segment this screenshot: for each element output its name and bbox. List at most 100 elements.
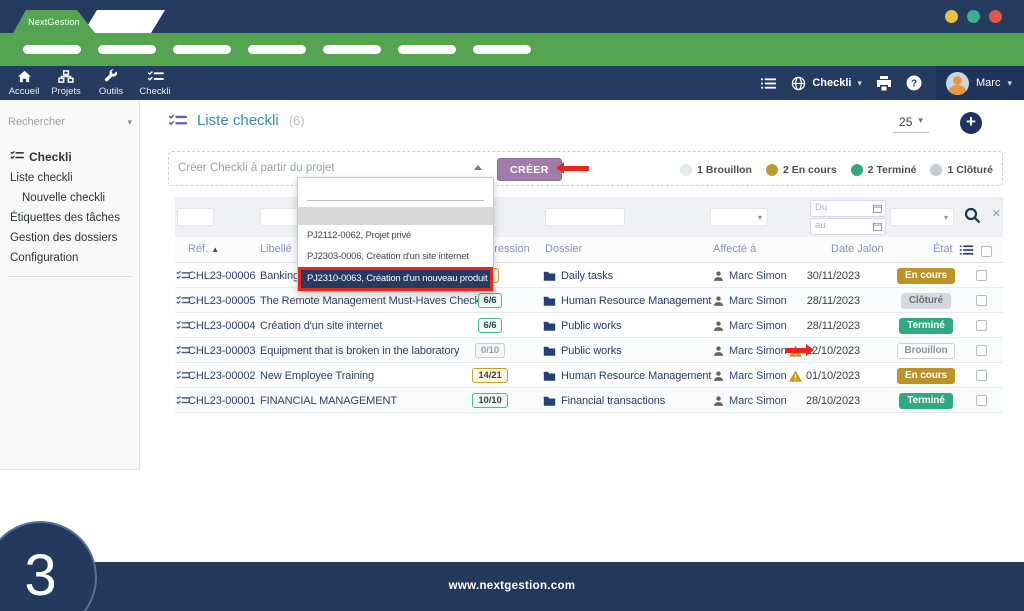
row-libelle[interactable]: Banking [260,263,299,288]
col-header-dossier[interactable]: Dossier [545,243,582,255]
menu-pill[interactable] [473,45,531,54]
row-ref[interactable]: CHL23-00001 [188,388,255,413]
quicklist-button[interactable] [760,77,777,90]
sidebar-item-liste-checkli[interactable]: Liste checkli [0,168,140,188]
user-menu[interactable]: Marc ▾ [936,66,1024,100]
col-header-affecte[interactable]: Affecté à [713,243,756,255]
filter-affecte-select[interactable]: ▾ [710,208,768,226]
date-label: 30/11/2023 [807,270,860,282]
sidebar-item-label: Checkli [29,150,72,164]
filter-ref-input[interactable] [177,208,214,226]
nav-item-checkli[interactable]: Checkli [133,69,177,97]
create-button[interactable]: CRÉER [497,158,562,181]
nav-item-accueil[interactable]: Accueil [2,69,46,97]
filter-date-from-input[interactable] [815,202,861,213]
menu-pill[interactable] [323,45,381,54]
row-affecte[interactable]: Marc Simon [713,338,787,363]
row-libelle[interactable]: New Employee Training [260,363,374,388]
row-ref[interactable]: CHL23-00006 [188,263,255,288]
row-libelle[interactable]: FINANCIAL MANAGEMENT [260,388,397,413]
row-dossier[interactable]: Public works [543,313,622,338]
row-progression: 6/6 [465,313,515,338]
menu-pill[interactable] [23,45,81,54]
legend-item: 1 Brouillon [680,164,752,176]
menu-pill[interactable] [398,45,456,54]
dropdown-option-empty[interactable] [298,207,493,225]
sidebar-search-select[interactable]: Rechercher ▾ [8,112,132,132]
module-label: Checkli [812,77,851,89]
row-checkbox[interactable] [976,288,987,313]
row-dossier[interactable]: Financial transactions [543,388,665,413]
col-header-date[interactable]: Date Jalon [831,243,884,255]
sidebar-item-configuration[interactable]: Configuration [0,248,140,268]
row-progression: 10/10 [465,388,515,413]
row-dossier[interactable]: Human Resource Management [543,288,711,313]
row-ref[interactable]: CHL23-00005 [188,288,255,313]
help-button[interactable]: ? [906,75,922,91]
row-affecte[interactable]: Marc Simon [713,363,787,388]
table-row[interactable]: CHL23-00003 Equipment that is broken in … [175,338,1003,363]
calendar-icon[interactable] [873,222,882,231]
menu-pill[interactable] [173,45,231,54]
status-badge: Terminé [899,393,952,409]
sidebar: Rechercher ▾ Checkli Liste checkli Nouve… [0,100,140,470]
nav-item-outils[interactable]: Outils [89,69,133,97]
sidebar-item-checkli[interactable]: Checkli [0,146,140,168]
dropdown-option-selected[interactable]: PJ2310-0063, Création d'un nouveau produ… [298,267,493,291]
col-header-libelle[interactable]: Libellé [260,243,292,255]
col-header-ref[interactable]: Réf.▲ [188,243,219,255]
close-dot[interactable] [989,10,1002,23]
nav-item-projets[interactable]: Projets [44,69,88,97]
table-row[interactable]: CHL23-00002 New Employee Training 14/21 … [175,363,1003,388]
filter-date-to-input[interactable] [815,220,861,231]
columns-icon[interactable] [959,243,974,261]
row-checkbox[interactable] [976,263,987,288]
secondary-tab[interactable] [83,10,165,33]
col-header-etat[interactable]: État [933,243,953,255]
sidebar-item--tiquettes-des-t-ches[interactable]: Étiquettes des tâches [0,208,140,228]
row-checkbox[interactable] [976,338,987,363]
dropdown-option[interactable]: PJ2303-0006, Création d'un site internet [298,246,493,267]
clear-filters-icon[interactable]: × [992,205,1001,222]
table-row[interactable]: CHL23-00004 Création d'un site internet … [175,313,1003,338]
filter-dossier-input[interactable] [545,208,625,226]
dropdown-option[interactable]: PJ2112-0062, Projet privé [298,225,493,246]
row-ref[interactable]: CHL23-00004 [188,313,255,338]
sidebar-item-gestion-des-dossiers[interactable]: Gestion des dossiers [0,228,140,248]
row-libelle[interactable]: Equipment that is broken in the laborato… [260,338,459,363]
calendar-icon[interactable] [873,204,882,213]
search-icon[interactable] [964,207,981,229]
row-checkbox[interactable] [976,363,987,388]
app-window: NextGestion Accueil Projets Outils [0,0,1024,611]
row-checkbox[interactable] [976,388,987,413]
menu-pill[interactable] [248,45,306,54]
row-checkbox[interactable] [976,313,987,338]
dropdown-search-input[interactable] [307,186,484,201]
minimize-dot[interactable] [945,10,958,23]
table-row[interactable]: CHL23-00001 FINANCIAL MANAGEMENT 10/10 F… [175,388,1003,413]
create-project-select[interactable]: Créer Checkli à partir du projet [178,162,335,174]
row-dossier[interactable]: Human Resource Management [543,363,711,388]
brand-tab[interactable]: NextGestion [13,10,95,33]
add-checklist-button[interactable]: + [960,112,982,134]
sidebar-item-nouvelle-checkli[interactable]: Nouvelle checkli [0,188,140,208]
module-switcher[interactable]: Checkli ▾ [791,76,862,91]
menu-pill[interactable] [98,45,156,54]
maximize-dot[interactable] [967,10,980,23]
progression-badge: 6/6 [478,318,503,333]
row-dossier[interactable]: Daily tasks [543,263,613,288]
filter-etat-select[interactable]: ▾ [890,208,954,226]
user-name: Marc [976,77,1000,89]
row-libelle[interactable]: Création d'un site internet [260,313,382,338]
select-all-checkbox[interactable] [981,244,992,262]
row-date: 30/11/2023 [788,263,860,288]
row-affecte[interactable]: Marc Simon [713,313,787,338]
row-affecte[interactable]: Marc Simon [713,288,787,313]
row-ref[interactable]: CHL23-00003 [188,338,255,363]
print-button[interactable] [876,76,892,91]
row-ref[interactable]: CHL23-00002 [188,363,255,388]
page-size-select[interactable]: 25 ▾ [893,115,929,133]
row-affecte[interactable]: Marc Simon [713,263,787,288]
row-dossier[interactable]: Public works [543,338,622,363]
row-affecte[interactable]: Marc Simon [713,388,787,413]
